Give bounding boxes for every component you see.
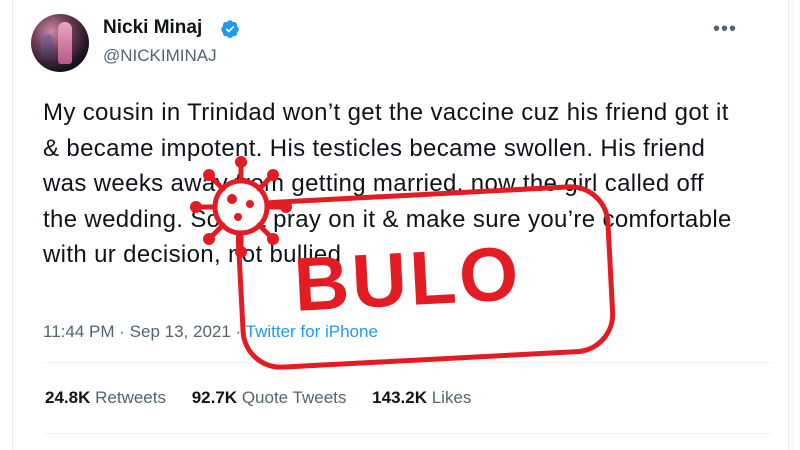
divider-bottom xyxy=(43,433,773,434)
tweet-time[interactable]: 11:44 PM xyxy=(43,322,115,341)
virus-icon xyxy=(190,156,292,258)
quotes-count: 92.7K xyxy=(191,388,238,407)
author-name[interactable]: Nicki Minaj xyxy=(103,17,202,39)
more-horizontal-icon[interactable]: ••• xyxy=(711,19,739,39)
avatar-figure xyxy=(58,22,72,64)
page-edge-line xyxy=(793,0,794,450)
avatar[interactable] xyxy=(31,14,89,72)
quote-tweets-stat[interactable]: 92.7K Quote Tweets xyxy=(192,388,347,408)
likes-label: Likes xyxy=(431,388,472,407)
tweet-stats: 24.8K Retweets 92.7K Quote Tweets 143.2K… xyxy=(45,388,492,408)
likes-count: 143.2K xyxy=(372,388,427,407)
author-handle[interactable]: @NICKIMINAJ xyxy=(103,46,217,66)
verified-badge-icon xyxy=(221,20,239,38)
stamp-label: BULO xyxy=(291,231,524,328)
retweets-label: Retweets xyxy=(95,388,166,407)
likes-stat[interactable]: 143.2K Likes xyxy=(372,388,471,408)
tweet-date[interactable]: Sep 13, 2021 xyxy=(130,322,231,341)
retweets-stat[interactable]: 24.8K Retweets xyxy=(45,388,166,408)
quotes-label: Quote Tweets xyxy=(241,388,347,407)
avatar-figure-left xyxy=(41,34,53,60)
meta-separator: · xyxy=(119,322,125,341)
retweets-count: 24.8K xyxy=(45,388,91,407)
